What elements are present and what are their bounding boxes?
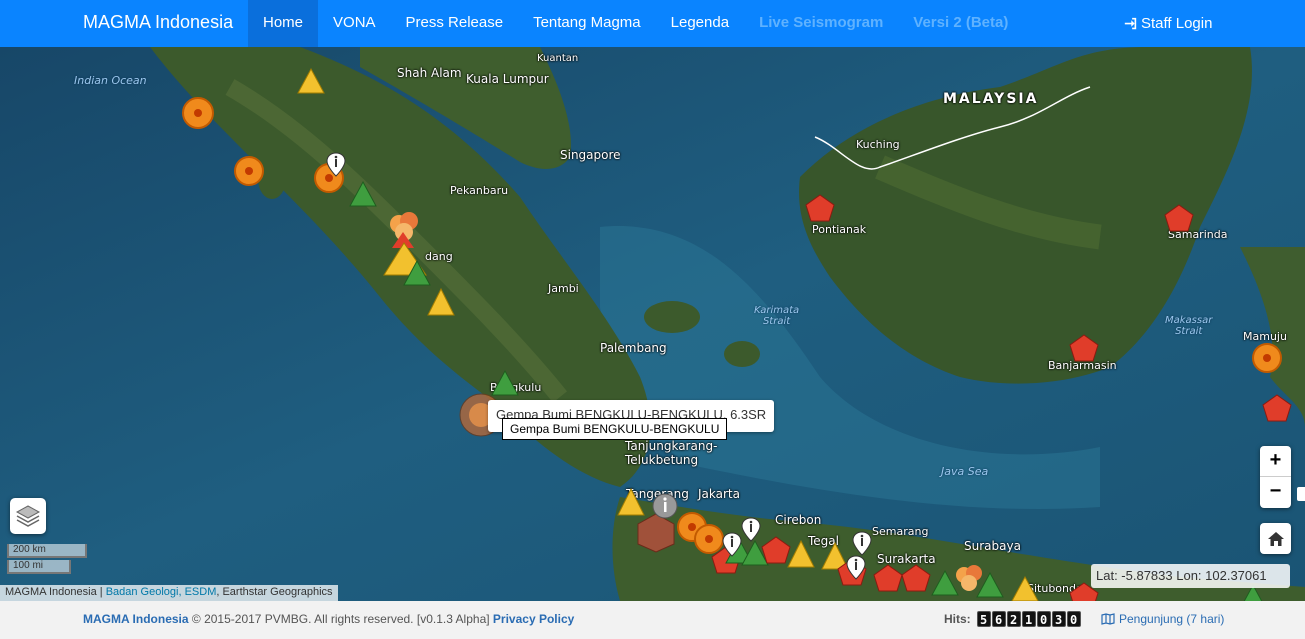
hits-digit: 1 (1021, 611, 1036, 627)
hit-counter: Hits: 5 6 2 1 0 3 0 (944, 611, 1082, 627)
attribution-prefix: MAGMA Indonesia | (5, 586, 106, 598)
coordinate-readout: Lat: -5.87833 Lon: 102.37061 (1091, 564, 1290, 588)
label-malaysia: MALAYSIA (943, 91, 1039, 107)
visitors-link[interactable]: Pengunjung (7 hari) (1101, 612, 1224, 626)
footer-copyright: MAGMA Indonesia © 2015-2017 PVMBG. All r… (83, 612, 574, 626)
label-pontianak: Pontianak (812, 223, 867, 236)
scale-mi: 100 mi (7, 560, 71, 574)
volcano-map[interactable]: Indian Ocean Shah Alam Kuala Lumpur Kuan… (0, 47, 1305, 601)
volcano-waspada-marker[interactable] (296, 67, 326, 95)
zoom-in-button[interactable]: + (1260, 446, 1291, 477)
info-pin-icon[interactable] (326, 152, 346, 178)
label-surabaya: Surabaya (964, 539, 1021, 553)
label-semarang: Semarang (872, 525, 929, 538)
volcano-normal-marker[interactable] (975, 571, 1005, 599)
nav-legenda[interactable]: Legenda (656, 0, 744, 47)
nav-versi-2[interactable]: Versi 2 (Beta) (898, 0, 1023, 47)
volcano-siaga-marker[interactable] (180, 95, 220, 131)
label-indian-ocean: Indian Ocean (74, 74, 147, 87)
eruption-marker[interactable] (1068, 333, 1100, 363)
hits-digit: 5 (976, 611, 991, 627)
hits-digit: 0 (1036, 611, 1051, 627)
zoom-out-button[interactable]: − (1260, 477, 1291, 508)
top-navbar: MAGMA Indonesia Home VONA Press Release … (0, 0, 1305, 47)
nav-tentang-magma[interactable]: Tentang Magma (518, 0, 656, 47)
footer-brand-link[interactable]: MAGMA Indonesia (83, 612, 189, 626)
eruption-marker[interactable] (1163, 203, 1195, 233)
zoom-control: + − (1260, 446, 1291, 508)
info-pin-icon[interactable] (846, 555, 866, 581)
label-jakarta: Jakarta (698, 487, 740, 501)
hits-digit: 6 (991, 611, 1006, 627)
fullscreen-control[interactable] (1297, 487, 1305, 501)
volcano-waspada-marker[interactable] (786, 539, 816, 569)
eruption-marker[interactable] (900, 563, 932, 593)
label-kuala-lumpur: Kuala Lumpur (466, 72, 549, 86)
label-makassar-strait: Makassar Strait (1165, 315, 1213, 337)
attribution-suffix: , Earthstar Geographics (216, 586, 333, 598)
earthquake-label: Gempa Bumi BENGKULU-BENGKULU (502, 418, 728, 440)
label-shah-alam: Shah Alam (397, 66, 462, 80)
hits-digit: 2 (1006, 611, 1021, 627)
hits-digit: 0 (1066, 611, 1081, 627)
label-kuantan: Kuantan (537, 53, 579, 64)
staff-login-link[interactable]: Staff Login (1124, 0, 1212, 47)
label-karimata-strait: Karimata Strait (754, 305, 800, 327)
info-pin-icon[interactable] (852, 531, 872, 557)
staff-login-label: Staff Login (1141, 15, 1213, 32)
privacy-policy-link[interactable]: Privacy Policy (493, 612, 574, 626)
hits-label: Hits: (944, 612, 971, 626)
label-singapore: Singapore (560, 148, 621, 162)
volcano-normal-marker[interactable] (348, 180, 378, 208)
nav-vona[interactable]: VONA (318, 0, 391, 47)
label-jambi: Jambi (548, 282, 579, 295)
volcano-siaga-marker[interactable] (232, 154, 268, 190)
label-pekanbaru: Pekanbaru (450, 184, 509, 197)
brand-link[interactable]: MAGMA Indonesia (83, 0, 233, 47)
hits-digit: 3 (1051, 611, 1066, 627)
label-palembang: Palembang (600, 341, 667, 355)
eruption-marker[interactable] (1261, 393, 1293, 423)
home-icon (1267, 531, 1284, 546)
layers-button[interactable] (10, 498, 46, 534)
volcano-waspada-marker[interactable] (426, 287, 456, 317)
label-cirebon: Cirebon (775, 513, 822, 527)
footer-copyright-text: © 2015-2017 PVMBG. All rights reserved. … (191, 612, 490, 626)
page-footer: MAGMA Indonesia © 2015-2017 PVMBG. All r… (0, 601, 1305, 639)
volcano-waspada-marker[interactable] (1010, 575, 1040, 601)
map-attribution: MAGMA Indonesia | Badan Geologi, ESDM, E… (0, 585, 338, 601)
scale-km: 200 km (7, 544, 87, 558)
info-pin-icon[interactable] (722, 532, 742, 558)
attribution-link[interactable]: Badan Geologi, ESDM (106, 586, 217, 598)
layers-icon (15, 505, 41, 527)
nav-home[interactable]: Home (248, 0, 319, 47)
nav-live-seismogram[interactable]: Live Seismogram (744, 0, 898, 47)
visitors-label: Pengunjung (7 hari) (1119, 612, 1225, 626)
eruption-marker[interactable] (804, 193, 836, 223)
main-nav: Home VONA Press Release Tentang Magma Le… (248, 0, 1023, 47)
home-button[interactable] (1260, 523, 1291, 554)
nav-press-release[interactable]: Press Release (391, 0, 519, 47)
hits-digits: 5 6 2 1 0 3 0 (976, 611, 1082, 627)
label-java-sea: Java Sea (941, 465, 989, 478)
volcano-siaga-marker[interactable] (1250, 341, 1284, 375)
map-icon (1101, 613, 1115, 625)
label-tanjungkarang: Tanjungkarang- Telukbetung (625, 439, 718, 467)
login-icon (1124, 17, 1137, 30)
volcano-normal-marker[interactable] (402, 259, 432, 287)
label-kuching: Kuching (856, 138, 900, 151)
